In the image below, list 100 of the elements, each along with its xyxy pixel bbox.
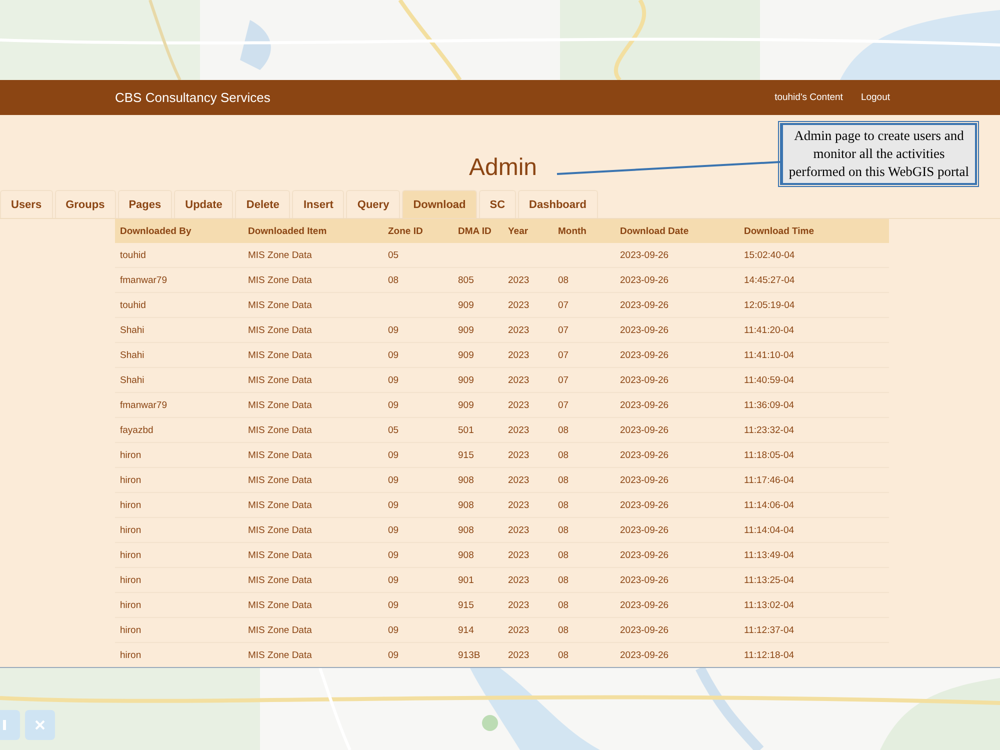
table-cell: MIS Zone Data: [248, 450, 312, 460]
table-cell: 2023-09-26: [620, 324, 669, 336]
tab[interactable]: Users: [0, 190, 53, 218]
close-button[interactable]: [25, 710, 55, 740]
tab[interactable]: SC: [478, 190, 516, 218]
table-cell: 09: [388, 324, 399, 336]
table-cell: MIS Zone Data: [248, 500, 312, 510]
table-cell: 2023-09-26: [620, 300, 669, 310]
table-cell: 08: [558, 474, 569, 486]
table-cell: 15:02:40-04: [744, 250, 795, 260]
table-cell: 909: [458, 350, 474, 360]
tab[interactable]: Update: [174, 190, 234, 218]
table-cell: 2023-09-26: [620, 524, 669, 536]
table-cell: 08: [558, 450, 569, 460]
table-cell: 805: [458, 274, 474, 286]
table-cell: 913B: [458, 650, 480, 660]
table-cell: 05: [388, 250, 399, 260]
tab[interactable]: Insert: [292, 190, 344, 218]
table-cell: MIS Zone Data: [248, 350, 312, 360]
column-header[interactable]: DMA ID: [453, 219, 503, 243]
column-header[interactable]: Download Date: [615, 219, 739, 243]
table-cell: 08: [558, 274, 569, 286]
table-cell: MIS Zone Data: [248, 324, 312, 336]
table-cell: 11:41:10-04: [744, 350, 794, 360]
table-cell: 2023: [508, 550, 530, 560]
table-cell: 914: [458, 624, 474, 636]
table-cell: 08: [558, 550, 569, 560]
table-cell: hiron: [120, 624, 142, 636]
table-cell: MIS Zone Data: [248, 300, 312, 310]
table-cell: 2023: [508, 350, 530, 360]
table-cell: 2023-09-26: [620, 650, 669, 660]
table-cell: Shahi: [120, 374, 144, 386]
table-cell: MIS Zone Data: [248, 400, 312, 410]
table-cell: 11:41:20-04: [744, 324, 794, 336]
table-cell: 11:36:09-04: [744, 400, 794, 410]
table-cell: 09: [388, 650, 399, 660]
table-cell: 2023: [508, 300, 530, 310]
tab[interactable]: Pages: [118, 190, 172, 218]
table-cell: MIS Zone Data: [248, 250, 312, 260]
table-cell: 09: [388, 400, 399, 410]
table-cell: MIS Zone Data: [248, 424, 312, 436]
table-cell: 2023-09-26: [620, 624, 669, 636]
table-cell: hiron: [120, 550, 142, 560]
column-header[interactable]: Downloaded By: [115, 219, 243, 243]
table-cell: 11:13:49-04: [744, 550, 794, 560]
table-cell: 2023-09-26: [620, 550, 669, 560]
table-cell: 2023: [508, 524, 530, 536]
table-cell: 09: [388, 350, 399, 360]
table-cell: 909: [458, 374, 474, 386]
table-cell: 2023: [508, 600, 530, 610]
column-header[interactable]: Zone ID: [383, 219, 453, 243]
nav-link[interactable]: touhid's Content: [774, 92, 843, 103]
table-cell: Shahi: [120, 350, 144, 360]
tab[interactable]: Groups: [54, 190, 116, 218]
table-cell: 08: [558, 624, 569, 636]
column-header[interactable]: Year: [503, 219, 553, 243]
table-cell: 2023-09-26: [620, 374, 669, 386]
table-cell: MIS Zone Data: [248, 524, 312, 536]
annotation-callout: Admin page to create users and monitor all the activities performed on this WebGIS portal: [780, 123, 977, 185]
column-header[interactable]: Month: [553, 219, 615, 243]
table-cell: 915: [458, 600, 474, 610]
table-cell: 09: [388, 574, 399, 586]
table-cell: 05: [388, 424, 399, 436]
table-cell: 908: [458, 474, 474, 486]
table-cell: 2023-09-26: [620, 400, 669, 410]
nav-link[interactable]: Logout: [860, 92, 890, 103]
tab[interactable]: Query: [346, 190, 400, 218]
column-header[interactable]: Download Time: [739, 219, 889, 243]
table-cell: hiron: [120, 650, 142, 660]
table-cell: touhid: [120, 300, 146, 310]
table-cell: 08: [558, 650, 569, 660]
table-cell: 2023: [508, 324, 530, 336]
table-cell: hiron: [120, 600, 142, 610]
table-cell: 07: [558, 374, 569, 386]
table-cell: hiron: [120, 574, 142, 586]
table-cell: 2023-09-26: [620, 574, 669, 586]
table-cell: 09: [388, 450, 399, 460]
table-cell: 909: [458, 300, 474, 310]
table-cell: 909: [458, 324, 474, 336]
table-cell: 2023: [508, 624, 530, 636]
tab[interactable]: Delete: [235, 190, 290, 218]
tab[interactable]: Download: [402, 190, 477, 218]
table-cell: 2023-09-26: [620, 600, 669, 610]
table-cell: 09: [388, 374, 399, 386]
table-cell: 09: [388, 500, 399, 510]
table-cell: 908: [458, 500, 474, 510]
table-cell: touhid: [120, 250, 146, 260]
table-cell: fmanwar79: [120, 274, 167, 286]
table-cell: 2023: [508, 274, 530, 286]
table-cell: 09: [388, 600, 399, 610]
table-cell: MIS Zone Data: [248, 274, 312, 286]
table-cell: 08: [558, 424, 569, 436]
table-cell: 08: [388, 274, 399, 286]
bar-icon: [1, 719, 9, 731]
column-header[interactable]: Downloaded Item: [243, 219, 383, 243]
table-cell: 11:18:05-04: [744, 450, 794, 460]
table-cell: 07: [558, 324, 569, 336]
table-cell: MIS Zone Data: [248, 624, 312, 636]
tab[interactable]: Dashboard: [518, 190, 598, 218]
table-cell: 908: [458, 550, 474, 560]
